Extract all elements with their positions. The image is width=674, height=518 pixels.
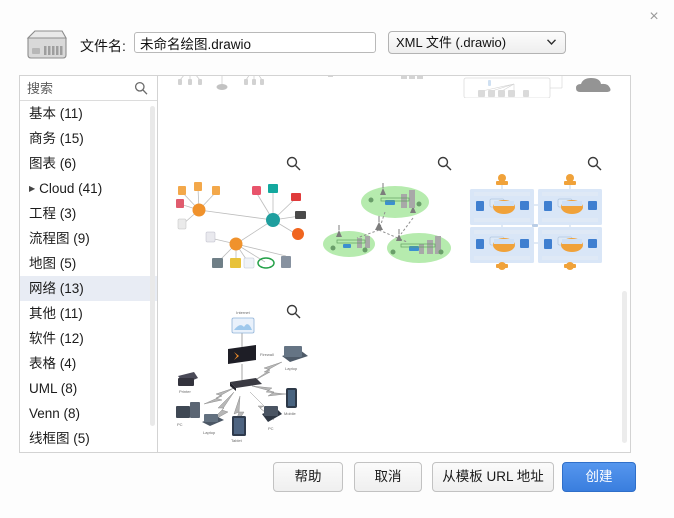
sidebar-item-label: 商务 (15) — [29, 131, 84, 146]
svg-text:Printer: Printer — [179, 389, 191, 394]
sidebar-item-flowchart[interactable]: 流程图 (9) — [20, 226, 157, 251]
create-button[interactable]: 创建 — [562, 462, 636, 492]
sidebar-item-label: 其他 (11) — [29, 306, 83, 321]
template-wireless-coverage[interactable] — [323, 178, 453, 273]
cancel-button[interactable]: 取消 — [354, 462, 422, 492]
search-row — [20, 76, 157, 101]
svg-text:Tablet: Tablet — [231, 438, 243, 442]
template-top-mid-partial[interactable] — [326, 76, 446, 98]
sidebar-item-label: 流程图 (9) — [29, 231, 90, 246]
sidebar-item-tables[interactable]: 表格 (4) — [20, 351, 157, 376]
svg-text:Laptop: Laptop — [285, 366, 298, 371]
chevron-down-icon — [546, 32, 557, 54]
sidebar-item-venn[interactable]: Venn (8) — [20, 401, 157, 426]
sidebar-item-label: 工程 (3) — [29, 206, 77, 221]
help-button[interactable]: 帮助 — [273, 462, 343, 492]
svg-text:Firewall: Firewall — [260, 352, 274, 357]
sidebar-item-maps[interactable]: 地图 (5) — [20, 251, 157, 276]
new-file-dialog: × 文件名: XML 文件 (.drawio) — [0, 0, 674, 518]
sidebar-item-wireframe[interactable]: 线框图 (5) — [20, 426, 157, 451]
category-list: 基本 (11) 商务 (15) 图表 (6) ▶ Cloud (41) 工程 (3) 流程图… — [20, 101, 157, 452]
sidebar-item-label: 表格 (4) — [29, 356, 77, 371]
search-icon[interactable] — [134, 81, 148, 95]
category-sidebar: 基本 (11) 商务 (15) 图表 (6) ▶ Cloud (41) 工程 (3) 流程图… — [20, 76, 158, 452]
svg-text:PC: PC — [177, 422, 183, 427]
sidebar-item-label: 线框图 (5) — [29, 431, 90, 446]
sidebar-item-label: 软件 (12) — [29, 331, 84, 346]
sidebar-item-label: 图表 (6) — [29, 156, 77, 171]
template-home-network[interactable]: Internet Firewall Printer PC Laptop Tabl… — [164, 302, 324, 443]
sidebar-item-label: Cloud (41) — [39, 181, 103, 196]
sidebar-item-charts[interactable]: 图表 (6) — [20, 151, 157, 176]
dialog-footer: 帮助 取消 从模板 URL 地址 创建 — [0, 462, 674, 496]
svg-text:PC: PC — [268, 426, 274, 431]
template-top-right-partial[interactable] — [458, 76, 588, 99]
sidebar-item-label: Venn (8) — [29, 406, 81, 421]
svg-text:Laptop: Laptop — [203, 430, 216, 435]
dialog-header: 文件名: XML 文件 (.drawio) — [0, 26, 674, 70]
close-icon[interactable]: × — [643, 6, 665, 28]
hard-drive-icon — [26, 30, 67, 59]
magnifier-icon[interactable] — [286, 304, 301, 319]
filetype-selected-value: XML 文件 (.drawio) — [396, 35, 507, 50]
filename-input[interactable] — [134, 32, 376, 53]
sidebar-item-cloud[interactable]: ▶ Cloud (41) — [20, 176, 157, 201]
sidebar-scrollbar[interactable] — [150, 106, 155, 426]
sidebar-item-label: 地图 (5) — [29, 256, 77, 271]
magnifier-icon[interactable] — [587, 156, 602, 171]
template-datacenter-grid[interactable] — [468, 171, 603, 271]
sidebar-item-network[interactable]: 网络 (13) — [20, 276, 157, 301]
sidebar-item-uml[interactable]: UML (8) — [20, 376, 157, 401]
dialog-body: 基本 (11) 商务 (15) 图表 (6) ▶ Cloud (41) 工程 (3) 流程图… — [19, 75, 631, 453]
template-active-directory[interactable] — [168, 172, 308, 277]
svg-text:Mobile: Mobile — [284, 411, 297, 416]
template-top-cloud-partial[interactable] — [570, 76, 630, 100]
filetype-select[interactable]: XML 文件 (.drawio) — [388, 31, 566, 54]
sidebar-item-basic[interactable]: 基本 (11) — [20, 101, 157, 126]
template-preview-panel: Internet Firewall Printer PC Laptop Tabl… — [158, 76, 630, 452]
sidebar-item-other[interactable]: 其他 (11) — [20, 301, 157, 326]
from-template-url-button[interactable]: 从模板 URL 地址 — [432, 462, 554, 492]
sidebar-item-engineering[interactable]: 工程 (3) — [20, 201, 157, 226]
sidebar-item-label: 基本 (11) — [29, 106, 83, 121]
preview-scrollbar[interactable] — [622, 291, 627, 443]
sidebar-item-label: UML (8) — [29, 381, 78, 396]
search-input[interactable] — [25, 80, 129, 97]
sidebar-item-label: 网络 (13) — [29, 281, 84, 296]
magnifier-icon[interactable] — [437, 156, 452, 171]
sidebar-item-business[interactable]: 商务 (15) — [20, 126, 157, 151]
sidebar-item-software[interactable]: 软件 (12) — [20, 326, 157, 351]
expand-triangle-icon[interactable]: ▶ — [29, 176, 35, 201]
magnifier-icon[interactable] — [286, 156, 301, 171]
svg-text:Internet: Internet — [236, 310, 250, 315]
template-top-left-partial[interactable] — [162, 76, 282, 98]
filename-label: 文件名: — [80, 38, 126, 54]
